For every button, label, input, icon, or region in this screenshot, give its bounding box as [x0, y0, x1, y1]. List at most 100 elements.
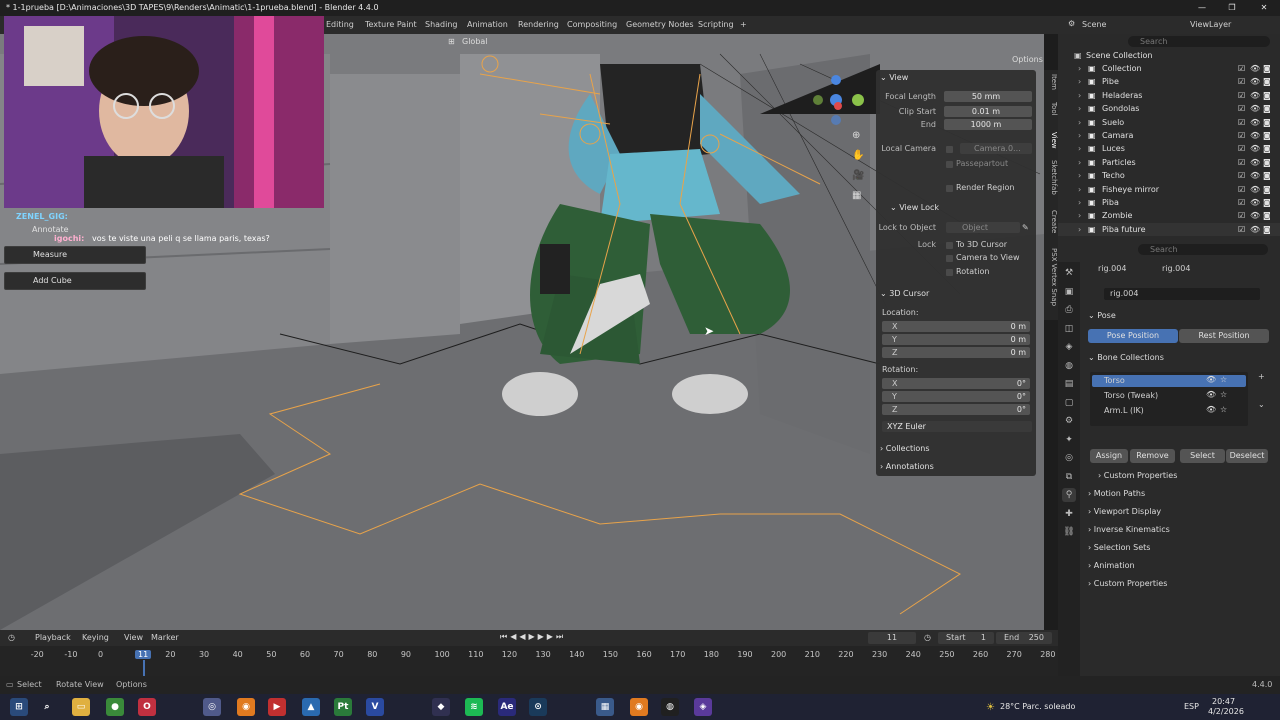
spotify-icon[interactable]: ≋: [465, 698, 483, 716]
camera-icon[interactable]: ◙: [1263, 209, 1271, 222]
data-icon[interactable]: ⚲: [1062, 488, 1076, 502]
twitch-icon[interactable]: ◈: [694, 698, 712, 716]
camera-icon[interactable]: ◙: [1263, 129, 1271, 142]
camera-icon[interactable]: ◙: [1263, 183, 1271, 196]
annotations-header[interactable]: › Annotations: [880, 461, 934, 473]
checkbox-icon[interactable]: ☑: [1238, 129, 1245, 142]
checkbox-icon[interactable]: ☑: [1238, 169, 1245, 182]
star-icon[interactable]: ☆: [1220, 390, 1227, 399]
eye-icon[interactable]: 👁: [1206, 375, 1216, 384]
collections-header[interactable]: › Collections: [880, 443, 930, 455]
eye-icon[interactable]: 👁: [1250, 129, 1260, 142]
properties-section-header[interactable]: › Viewport Display: [1088, 504, 1272, 520]
tab-rendering[interactable]: Rendering: [518, 16, 559, 34]
view-menu[interactable]: View: [124, 633, 143, 642]
checkbox-icon[interactable]: ☑: [1238, 75, 1245, 88]
tool-icon[interactable]: ⚒: [1062, 266, 1076, 280]
checkbox-icon[interactable]: ☑: [1238, 89, 1245, 102]
local-camera-field[interactable]: Camera.0...: [960, 143, 1032, 154]
close-button[interactable]: ✕: [1250, 0, 1278, 16]
outliner-item[interactable]: › ▣ Techo ☑ 👁 ◙: [1058, 169, 1280, 182]
measure-tool[interactable]: Measure: [4, 246, 146, 264]
rotation-z-field[interactable]: 0°: [882, 404, 1030, 415]
bone-collection-item[interactable]: Torso (Tweak): [1104, 391, 1158, 400]
bone-collection-item[interactable]: Arm.L (IK): [1104, 406, 1144, 415]
playback-menu[interactable]: Playback: [35, 633, 71, 642]
start-frame-field[interactable]: Start 1: [938, 632, 994, 644]
app-icon[interactable]: ◎: [203, 698, 221, 716]
view-lock-header[interactable]: ⌄ View Lock: [890, 202, 939, 214]
obs-icon[interactable]: ◍: [661, 698, 679, 716]
camera-icon[interactable]: ◙: [1263, 223, 1271, 236]
modifier-icon[interactable]: ⚙: [1062, 414, 1076, 428]
star-icon[interactable]: ☆: [1220, 405, 1227, 414]
search-icon[interactable]: ⌕: [38, 698, 56, 716]
eye-icon[interactable]: 👁: [1250, 75, 1260, 88]
camera-icon[interactable]: 🎥: [852, 170, 864, 181]
chevron-down-icon[interactable]: ⌄: [1258, 400, 1265, 409]
opera-icon[interactable]: O: [138, 698, 156, 716]
add-collection-icon[interactable]: +: [1258, 372, 1265, 381]
eye-icon[interactable]: 👁: [1250, 209, 1260, 222]
outliner-item[interactable]: › ▣ Suelo ☑ 👁 ◙: [1058, 116, 1280, 129]
deselect-button[interactable]: Deselect: [1226, 449, 1268, 463]
zoom-icon[interactable]: ⊕: [852, 130, 860, 141]
outliner-item[interactable]: › ▣ Pibe ☑ 👁 ◙: [1058, 75, 1280, 88]
particles-icon[interactable]: ✦: [1062, 433, 1076, 447]
clock-time[interactable]: 20:47: [1212, 697, 1235, 706]
checkbox-icon[interactable]: ☑: [1238, 196, 1245, 209]
collection-icon[interactable]: ▤: [1062, 377, 1076, 391]
rotation-mode-dropdown[interactable]: XYZ Euler: [882, 421, 1032, 432]
eye-icon[interactable]: 👁: [1250, 156, 1260, 169]
eye-icon[interactable]: 👁: [1250, 116, 1260, 129]
video-app-icon[interactable]: ▶: [268, 698, 286, 716]
properties-section-header[interactable]: › Inverse Kinematics: [1088, 522, 1272, 538]
camera-to-view-checkbox[interactable]: [946, 255, 953, 262]
world-icon[interactable]: ◍: [1062, 359, 1076, 373]
folder-icon[interactable]: ▭: [72, 698, 90, 716]
add-workspace-button[interactable]: +: [740, 16, 747, 34]
current-frame-field[interactable]: 11: [868, 632, 916, 644]
end-frame-field[interactable]: End 250: [996, 632, 1052, 644]
eye-icon[interactable]: 👁: [1250, 142, 1260, 155]
outliner-item[interactable]: › ▣ Particles ☑ 👁 ◙: [1058, 156, 1280, 169]
keying-menu[interactable]: Keying: [82, 633, 109, 642]
bone-collection-item[interactable]: Torso: [1104, 376, 1125, 385]
bone-constraint-icon[interactable]: ⛓: [1062, 525, 1076, 539]
lock-object-field[interactable]: Object: [946, 222, 1020, 233]
checkbox-icon[interactable]: ☑: [1238, 116, 1245, 129]
tab-create[interactable]: Create: [1044, 210, 1058, 233]
camera-icon[interactable]: ◙: [1263, 169, 1271, 182]
outliner-item[interactable]: › ▣ Fisheye mirror ☑ 👁 ◙: [1058, 183, 1280, 196]
tab-animation[interactable]: Animation: [467, 16, 508, 34]
pose-section-header[interactable]: ⌄ Pose: [1088, 308, 1272, 324]
tab-sketchfab[interactable]: Sketchfab: [1044, 160, 1058, 195]
rest-position-button[interactable]: Rest Position: [1179, 329, 1269, 343]
rotation-y-field[interactable]: 0°: [882, 391, 1030, 402]
editor-type-icon[interactable]: ◷: [8, 633, 15, 642]
rotation-x-field[interactable]: 0°: [882, 378, 1030, 389]
viewlayer-name[interactable]: ViewLayer: [1190, 16, 1231, 34]
properties-search-input[interactable]: Search: [1138, 244, 1268, 255]
outliner-item[interactable]: › ▣ Gondolas ☑ 👁 ◙: [1058, 102, 1280, 115]
properties-section-header[interactable]: › Motion Paths: [1088, 486, 1272, 502]
location-z-field[interactable]: 0 m: [882, 347, 1030, 358]
eye-icon[interactable]: 👁: [1250, 169, 1260, 182]
camera-icon[interactable]: ◙: [1263, 142, 1271, 155]
3d-cursor-header[interactable]: ⌄ 3D Cursor: [880, 288, 929, 300]
scene-icon[interactable]: ◈: [1062, 340, 1076, 354]
render-region-checkbox[interactable]: [946, 185, 953, 192]
blender-active-icon[interactable]: ◉: [630, 698, 648, 716]
scene-name[interactable]: Scene: [1082, 16, 1106, 34]
camera-icon[interactable]: ◙: [1263, 75, 1271, 88]
custom-properties-inner-header[interactable]: › Custom Properties: [1098, 468, 1280, 484]
tab-geometry-nodes[interactable]: Geometry Nodes: [626, 16, 693, 34]
outliner-search-input[interactable]: Search: [1128, 36, 1270, 47]
view-section-header[interactable]: ⌄ View: [880, 72, 908, 84]
clip-start-field[interactable]: 0.01 m: [944, 106, 1032, 117]
eye-icon[interactable]: 👁: [1250, 223, 1260, 236]
camera-icon[interactable]: ◙: [1263, 102, 1271, 115]
eye-icon[interactable]: 👁: [1250, 196, 1260, 209]
constraint-icon[interactable]: ⧉: [1062, 470, 1076, 484]
language-indicator[interactable]: ESP: [1184, 702, 1199, 711]
